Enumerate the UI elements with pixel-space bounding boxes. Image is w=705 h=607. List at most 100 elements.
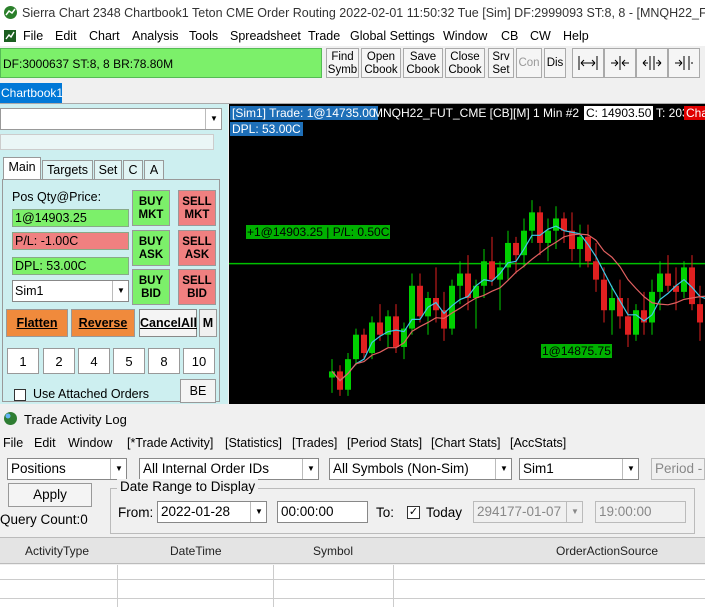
chart-plot-area[interactable] [229,104,705,404]
menu-file[interactable]: File [23,29,43,43]
squeeze-bars-button[interactable] [668,48,700,78]
menu-chart[interactable]: Chart [89,29,120,43]
chevron-down-icon[interactable] [112,281,128,301]
tab-c[interactable]: C [123,160,143,180]
find-symbol-button[interactable]: Find Symb [326,48,359,78]
today-checkbox[interactable]: ✓ [407,506,420,519]
query-count-label: Query Count:0 [0,512,88,527]
tal-menu-file[interactable]: File [3,436,23,450]
connect-button[interactable]: Con [516,48,542,78]
tal-menu-statistics[interactable]: [Statistics] [225,436,282,450]
candle-body [673,285,679,292]
account-filter-value: Sim1 [523,461,554,476]
to-time-field[interactable]: 19:00:00 [595,501,686,523]
quantity-4-button[interactable]: 4 [78,348,110,374]
candle-body [537,212,543,243]
chevron-down-icon[interactable] [110,459,126,479]
menu-cw[interactable]: CW [530,29,551,43]
order-ids-select[interactable]: All Internal Order IDs [139,458,319,480]
account-filter-select[interactable]: Sim1 [519,458,639,480]
tal-menu-acc-stats[interactable]: [AccStats] [510,436,566,450]
menu-analysis[interactable]: Analysis [132,29,179,43]
chevron-down-icon[interactable] [566,502,582,522]
quantity-10-button[interactable]: 10 [183,348,215,374]
column-symbol[interactable]: Symbol [313,544,353,558]
buy-market-label: BUY MKT [138,196,164,221]
buy-bid-button[interactable]: BUY BID [132,269,170,305]
activity-grid-body[interactable] [0,565,705,607]
expand-horizontal-icon [578,56,598,70]
close-chartbook-button[interactable]: Close Cbook [445,48,485,78]
sell-bid-button[interactable]: SELL BID [178,269,216,305]
use-attached-orders-checkbox[interactable] [14,389,26,401]
candle-body [529,212,535,231]
flatten-button[interactable]: Flatten [6,309,68,337]
column-activity-type[interactable]: ActivityType [25,544,89,558]
disconnect-button[interactable]: Dis [544,48,566,78]
expand-horizontal-button[interactable] [572,48,604,78]
period-select[interactable]: Period - [651,458,705,480]
sell-market-label: SELL MKT [182,196,212,221]
menu-spreadsheet[interactable]: Spreadsheet [230,29,301,43]
chevron-down-icon[interactable] [622,459,638,479]
buy-market-button[interactable]: BUY MKT [132,190,170,226]
menu-tools[interactable]: Tools [189,29,218,43]
tal-menu-trade-activity[interactable]: [*Trade Activity] [127,436,213,450]
tab-main[interactable]: Main [3,157,41,180]
buy-ask-button[interactable]: BUY ASK [132,230,170,266]
price-chart[interactable]: [Sim1] Trade: 1@14735.00 MNQH22_FUT_CME … [229,104,705,404]
tal-menu-chart-stats[interactable]: [Chart Stats] [431,436,500,450]
quantity-5-button[interactable]: 5 [113,348,145,374]
chevron-down-icon[interactable] [495,459,511,479]
cancel-all-button[interactable]: CancelAll [139,309,197,337]
sell-market-button[interactable]: SELL MKT [178,190,216,226]
account-select[interactable]: Sim1 [12,280,129,302]
chevron-down-icon[interactable] [250,502,266,522]
chevron-down-icon[interactable] [302,459,318,479]
tab-set[interactable]: Set [94,160,122,180]
trade-window-top-combo[interactable] [0,108,222,130]
tab-targets[interactable]: Targets [42,160,93,180]
tab-a[interactable]: A [144,160,164,180]
tal-menu-edit[interactable]: Edit [34,436,56,450]
sell-ask-button[interactable]: SELL ASK [178,230,216,266]
trade-activity-menu-bar: File Edit Window [*Trade Activity] [Stat… [0,432,705,454]
tal-menu-trades[interactable]: [Trades] [292,436,337,450]
compress-horizontal-button[interactable] [604,48,636,78]
tal-menu-period-stats[interactable]: [Period Stats] [347,436,422,450]
save-cbook-line1: Save [409,51,437,63]
sierra-chart-app-icon[interactable] [3,29,17,43]
menu-help[interactable]: Help [563,29,589,43]
spread-bars-button[interactable] [636,48,668,78]
column-order-action-source[interactable]: OrderActionSource [556,544,658,558]
from-time-field[interactable]: 00:00:00 [277,501,368,523]
quantity-8-button[interactable]: 8 [148,348,180,374]
menu-window[interactable]: Window [443,29,487,43]
candle-body [345,359,351,390]
menu-global-settings[interactable]: Global Settings [350,29,435,43]
reverse-button[interactable]: Reverse [71,309,135,337]
menu-edit[interactable]: Edit [55,29,77,43]
server-settings-button[interactable]: Srv Set [488,48,514,78]
menu-trade[interactable]: Trade [308,29,340,43]
view-type-select[interactable]: Positions [7,458,127,480]
break-even-button[interactable]: BE [180,379,216,403]
from-date-picker[interactable]: 2022-01-28 [157,501,267,523]
symbols-select[interactable]: All Symbols (Non-Sim) [329,458,512,480]
apply-button[interactable]: Apply [8,483,92,507]
data-feed-status: DF:3000637 ST:8, 8 BR:78.80M [0,48,322,78]
menu-cb[interactable]: CB [501,29,518,43]
quantity-2-button[interactable]: 2 [43,348,75,374]
to-date-picker[interactable]: 294177-01-07 [473,501,583,523]
chartbook-tab[interactable]: Chartbook1 [0,83,63,103]
tal-menu-window[interactable]: Window [68,436,112,450]
save-chartbook-button[interactable]: Save Cbook [403,48,443,78]
open-chartbook-button[interactable]: Open Cbook [361,48,401,78]
candle-body [569,230,575,250]
quantity-1-button[interactable]: 1 [7,348,39,374]
m-button[interactable]: M [199,309,217,337]
column-date-time[interactable]: DateTime [170,544,222,558]
chevron-down-icon[interactable] [205,109,221,129]
from-label: From: [118,505,154,520]
candle-body [361,334,367,354]
